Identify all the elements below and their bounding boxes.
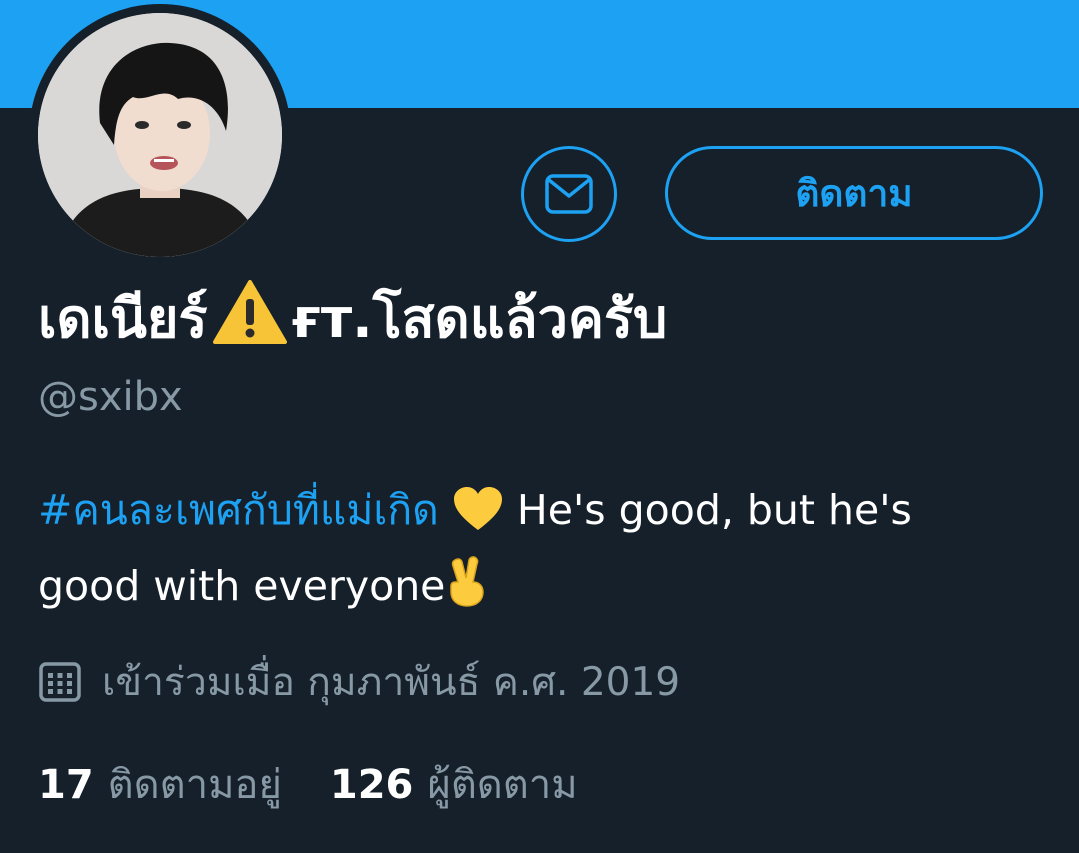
joined-date-text: เข้าร่วมเมื่อ กุมภาพันธ์ ค.ศ. 2019 [102,660,681,705]
profile-stats: 17 ติดตามอยู่ 126 ผู้ติดตาม [38,752,578,816]
following-count: 17 [38,762,94,808]
following-label: ติดตามอยู่ [107,762,282,808]
warning-icon [212,279,288,358]
following-stat[interactable]: 17 ติดตามอยู่ [38,752,282,816]
followers-stat[interactable]: 126 ผู้ติดตาม [330,752,578,816]
display-name-part2: ғт.โสดแล้วครับ [291,287,668,350]
joined-date: เข้าร่วมเมื่อ กุมภาพันธ์ ค.ศ. 2019 [38,652,680,712]
bio-text-line2: good with everyone [38,562,446,610]
follow-button[interactable]: ติดตาม [665,146,1043,240]
followers-label: ผู้ติดตาม [427,762,578,808]
follow-button-label: ติดตาม [795,171,913,215]
display-name: เดเนียร์ ғт.โสดแล้วครับ [38,278,667,358]
message-button[interactable] [521,146,617,242]
yellow-heart-icon [452,484,504,552]
display-name-part1: เดเนียร์ [38,287,208,350]
envelope-icon [545,174,593,214]
profile-handle: @sxibx [38,374,183,420]
avatar-image [38,13,282,257]
avatar[interactable] [38,13,282,257]
bio-hashtag-link[interactable]: #คนละเพศกับที่แม่เกิด [38,486,439,534]
profile-bio: #คนละเพศกับที่แม่เกิด He's good, but he'… [38,476,1048,628]
calendar-icon [39,662,81,702]
victory-hand-icon [445,556,489,628]
bio-text-line1: He's good, but he's [516,486,912,534]
followers-count: 126 [329,762,414,808]
